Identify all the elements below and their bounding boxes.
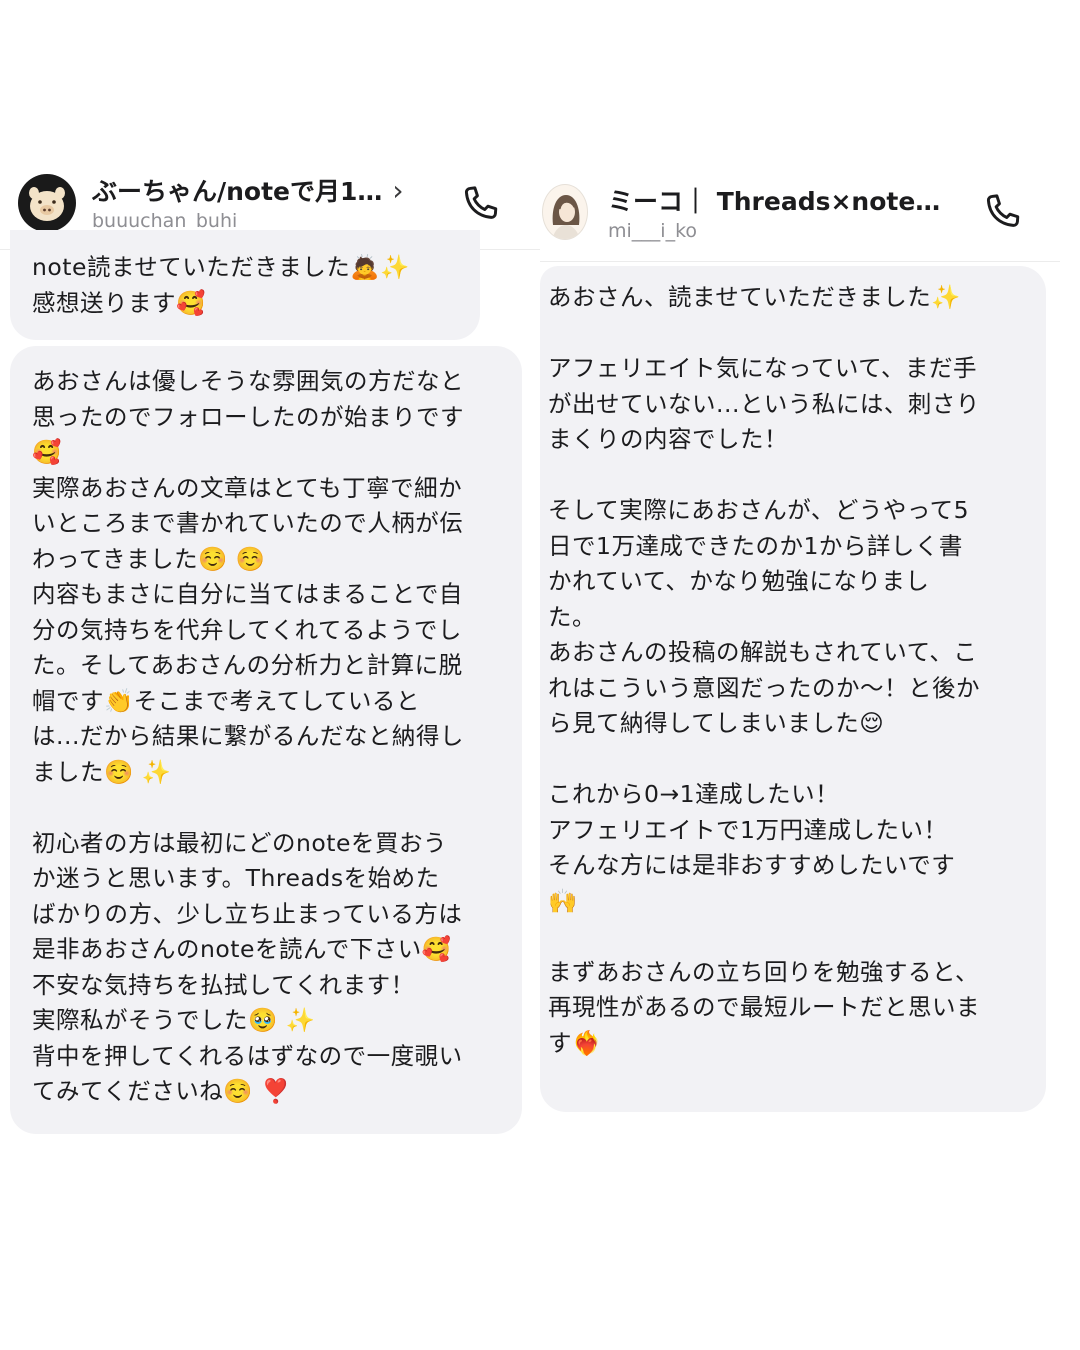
left-contact-handle: buuuchan_buhi xyxy=(92,210,238,232)
pig-avatar-icon[interactable] xyxy=(18,174,76,232)
left-message-1: note読ませていただきました🙇✨ 感想送ります🥰 xyxy=(10,230,480,340)
left-message-2: あおさんは優しそうな雰囲気の方だなと 思ったのでフォローしたのが始まりです 🥰 … xyxy=(10,346,522,1134)
woman-avatar-icon[interactable] xyxy=(542,184,588,240)
right-contact-name[interactable]: ミーコ｜ Threads×note… xyxy=(608,182,940,218)
left-contact-name[interactable]: ぶーちゃん/noteで月1… xyxy=(92,172,382,208)
chevron-right-icon: › xyxy=(392,173,404,207)
phone-icon[interactable] xyxy=(980,190,1024,234)
left-contact-name-row[interactable]: ぶーちゃん/noteで月1… › xyxy=(92,172,404,208)
right-chat-panel: ミーコ｜ Threads×note… mi___i_ko あおさん、読ませていた… xyxy=(540,170,1060,1130)
right-message-1: あおさん、読ませていただきました✨ アフェリエイト気になっていて、まだ手 が出せ… xyxy=(540,266,1046,1112)
right-contact-name-row[interactable]: ミーコ｜ Threads×note… xyxy=(608,182,940,218)
phone-icon[interactable] xyxy=(458,182,502,226)
right-chat-header: ミーコ｜ Threads×note… mi___i_ko xyxy=(540,170,1060,262)
left-chat-panel: ぶーちゃん/noteで月1… › buuuchan_buhi note読ませてい… xyxy=(0,160,540,1150)
right-contact-handle: mi___i_ko xyxy=(608,220,698,242)
